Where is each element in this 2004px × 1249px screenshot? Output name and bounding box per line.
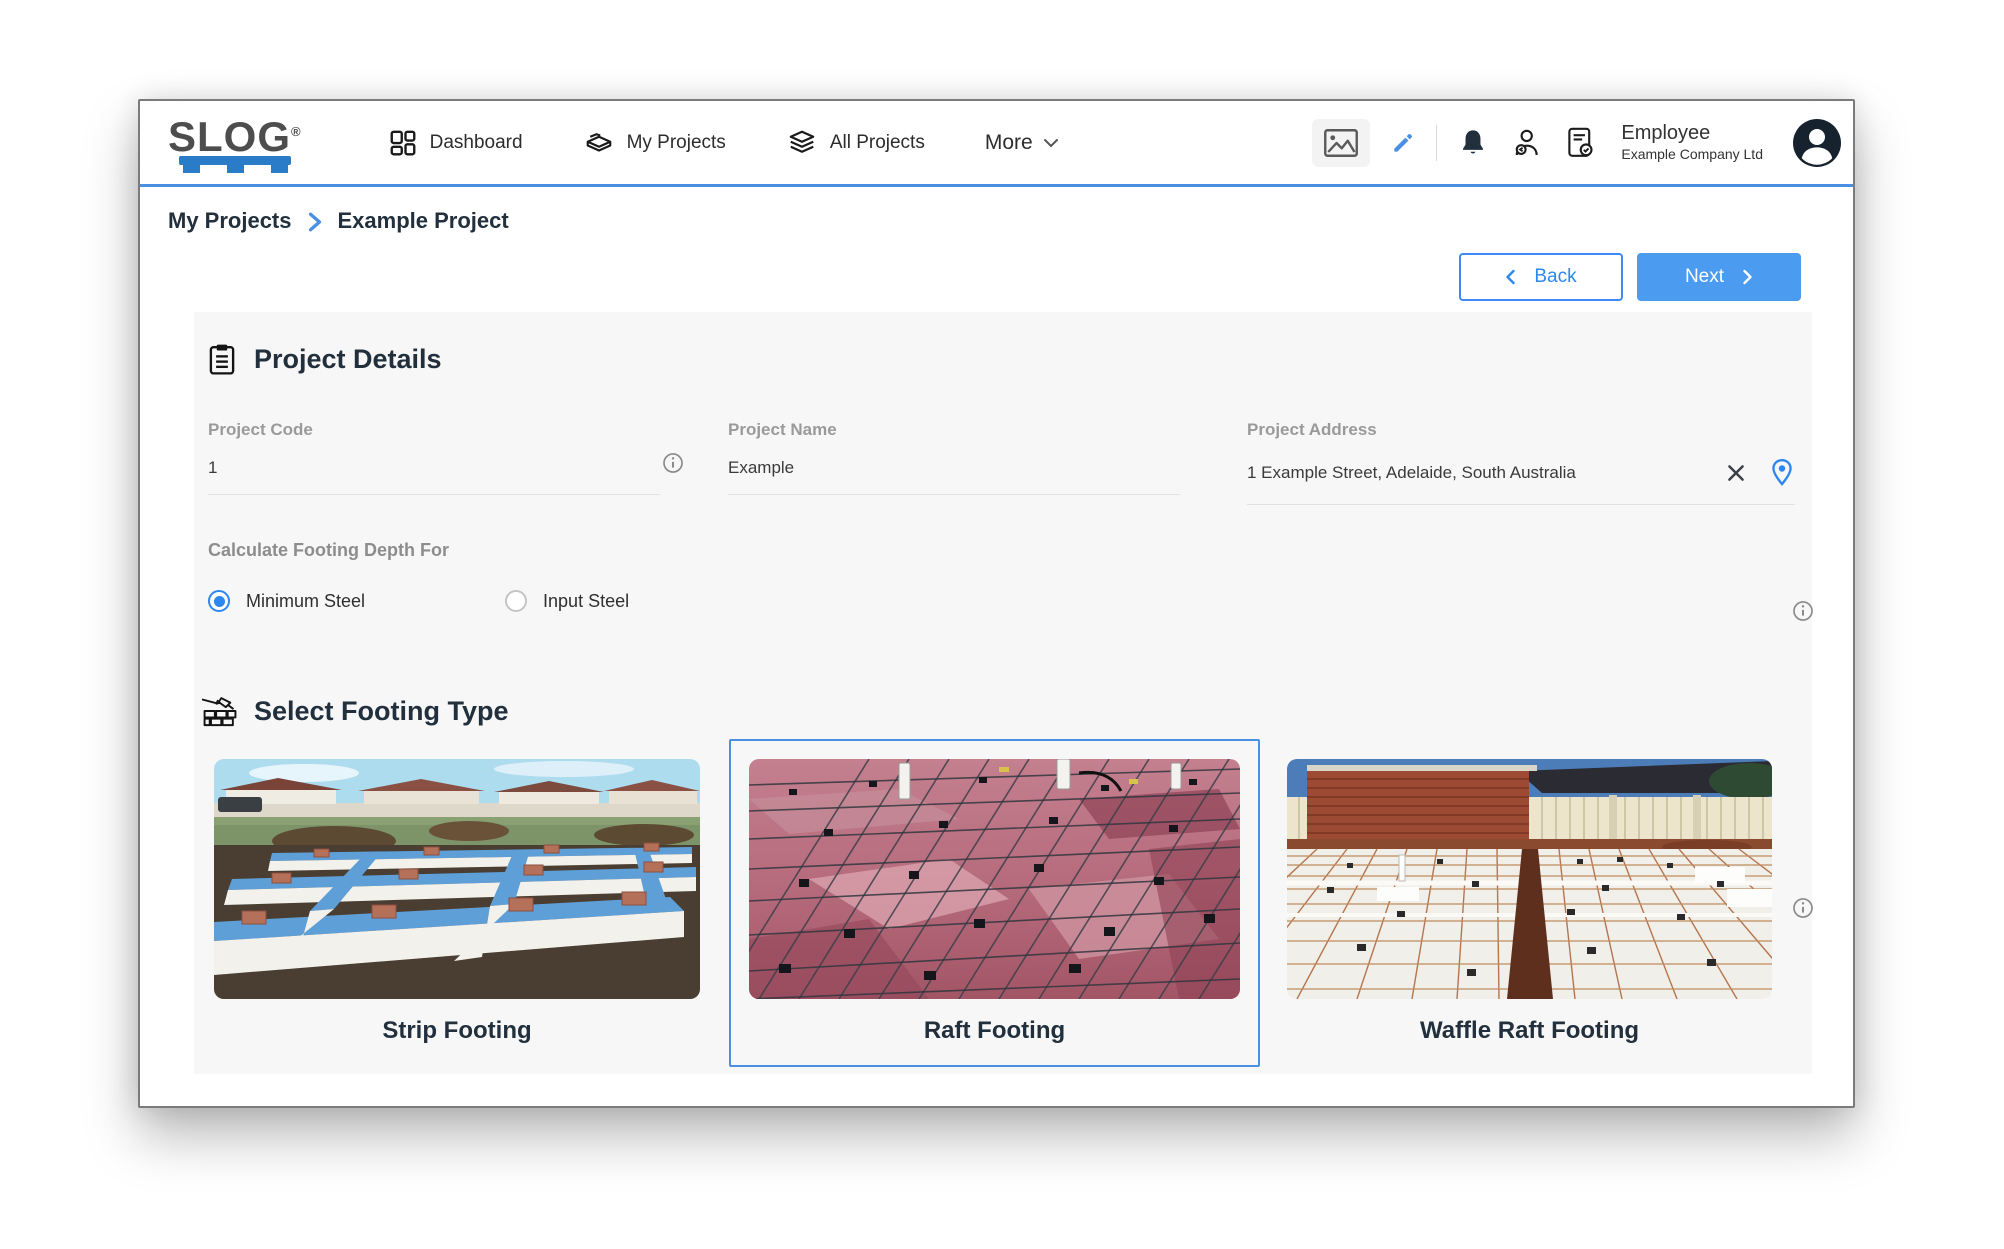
edit-pencil-icon[interactable] — [1390, 130, 1416, 156]
user-info[interactable]: Employee Example Company Ltd — [1621, 121, 1763, 164]
brick-trowel-icon — [202, 694, 238, 728]
navbar-actions: Employee Example Company Ltd — [1312, 119, 1841, 167]
nav-item-my-projects[interactable]: My Projects — [583, 128, 726, 158]
logo-text: SLOG® — [168, 113, 302, 156]
nav-item-more[interactable]: More — [985, 131, 1059, 155]
waffle-raft-footing-image — [1287, 759, 1772, 999]
project-details-header: Project Details — [206, 342, 442, 376]
logo-footing-icon — [176, 156, 294, 173]
breadcrumb: My Projects Example Project — [168, 208, 509, 234]
radio-label: Input Steel — [543, 591, 629, 612]
clear-address-icon[interactable] — [1725, 462, 1747, 484]
user-company: Example Company Ltd — [1621, 146, 1763, 164]
all-projects-icon — [786, 128, 818, 158]
nav-item-all-projects[interactable]: All Projects — [786, 128, 925, 158]
nav-menu: Dashboard My Projects All Projects — [388, 128, 1059, 158]
radio-minimum-steel[interactable]: Minimum Steel — [208, 590, 365, 612]
project-name-input[interactable]: Example — [728, 458, 1180, 495]
waffle-raft-footing-caption: Waffle Raft Footing — [1287, 1017, 1772, 1045]
project-code-input[interactable]: 1 — [208, 458, 660, 495]
footing-type-title: Select Footing Type — [254, 696, 509, 727]
form-panel: Project Details Project Code 1 Project N… — [194, 312, 1812, 1074]
project-address-label: Project Address — [1247, 420, 1795, 440]
radio-unselected-icon — [505, 590, 527, 612]
project-name-field: Project Name Example — [728, 420, 1180, 495]
breadcrumb-current: Example Project — [338, 208, 509, 234]
next-button-label: Next — [1685, 266, 1724, 288]
footing-depth-info-icon[interactable] — [1792, 600, 1814, 622]
project-details-title: Project Details — [254, 344, 442, 375]
image-preview-button[interactable] — [1312, 119, 1370, 167]
project-code-field: Project Code 1 — [208, 420, 660, 495]
raft-footing-image — [749, 759, 1240, 999]
wizard-actions: Back Next — [1459, 253, 1801, 301]
radio-selected-icon — [208, 590, 230, 612]
nav-item-label: More — [985, 131, 1033, 155]
chevron-right-icon — [1742, 269, 1753, 285]
nav-divider — [1436, 125, 1437, 161]
breadcrumb-chevron-icon — [308, 212, 322, 232]
radio-input-steel[interactable]: Input Steel — [505, 590, 629, 612]
footing-depth-label: Calculate Footing Depth For — [208, 540, 449, 561]
next-button[interactable]: Next — [1637, 253, 1801, 301]
back-button-label: Back — [1534, 266, 1576, 288]
footing-card-raft-selected[interactable]: Raft Footing — [729, 739, 1260, 1067]
dashboard-icon — [388, 128, 418, 158]
nav-item-label: My Projects — [627, 132, 726, 154]
location-pin-icon[interactable] — [1769, 458, 1795, 488]
footing-type-info-icon[interactable] — [1792, 897, 1814, 919]
my-projects-icon — [583, 128, 615, 158]
project-name-label: Project Name — [728, 420, 1180, 440]
project-name-value: Example — [728, 458, 1180, 478]
strip-footing-image — [214, 759, 700, 999]
nav-item-label: Dashboard — [430, 132, 523, 154]
raft-footing-caption: Raft Footing — [749, 1017, 1240, 1045]
project-code-value: 1 — [208, 458, 660, 478]
nav-item-label: All Projects — [830, 132, 925, 154]
strip-footing-caption: Strip Footing — [214, 1017, 700, 1045]
account-icon[interactable] — [1509, 126, 1543, 160]
registered-mark: ® — [291, 124, 302, 139]
slog-logo[interactable]: SLOG® — [168, 113, 302, 173]
back-button[interactable]: Back — [1459, 253, 1623, 301]
footing-depth-options: Minimum Steel Input Steel — [208, 590, 629, 612]
app-window: SLOG® Dashboard — [138, 99, 1855, 1108]
chevron-left-icon — [1505, 269, 1516, 285]
radio-label: Minimum Steel — [246, 591, 365, 612]
breadcrumb-parent[interactable]: My Projects — [168, 208, 292, 234]
chevron-down-icon — [1043, 138, 1059, 148]
avatar[interactable] — [1793, 119, 1841, 167]
nav-item-dashboard[interactable]: Dashboard — [388, 128, 523, 158]
footing-card-strip[interactable]: Strip Footing — [214, 759, 700, 1045]
avatar-person-icon — [1793, 119, 1841, 167]
clipboard-icon — [206, 342, 238, 376]
image-icon — [1323, 128, 1359, 158]
project-code-info-icon[interactable] — [662, 452, 684, 474]
notifications-bell-icon[interactable] — [1457, 127, 1489, 159]
project-code-label: Project Code — [208, 420, 660, 440]
project-address-field: Project Address 1 Example Street, Adelai… — [1247, 420, 1795, 505]
document-check-icon[interactable] — [1563, 126, 1597, 160]
project-address-input[interactable]: 1 Example Street, Adelaide, South Austra… — [1247, 458, 1795, 505]
footing-card-waffle[interactable]: Waffle Raft Footing — [1287, 759, 1772, 1045]
navbar: SLOG® Dashboard — [140, 101, 1853, 187]
project-address-value: 1 Example Street, Adelaide, South Austra… — [1247, 463, 1725, 483]
footing-type-header: Select Footing Type — [202, 694, 509, 728]
user-name: Employee — [1621, 121, 1763, 146]
